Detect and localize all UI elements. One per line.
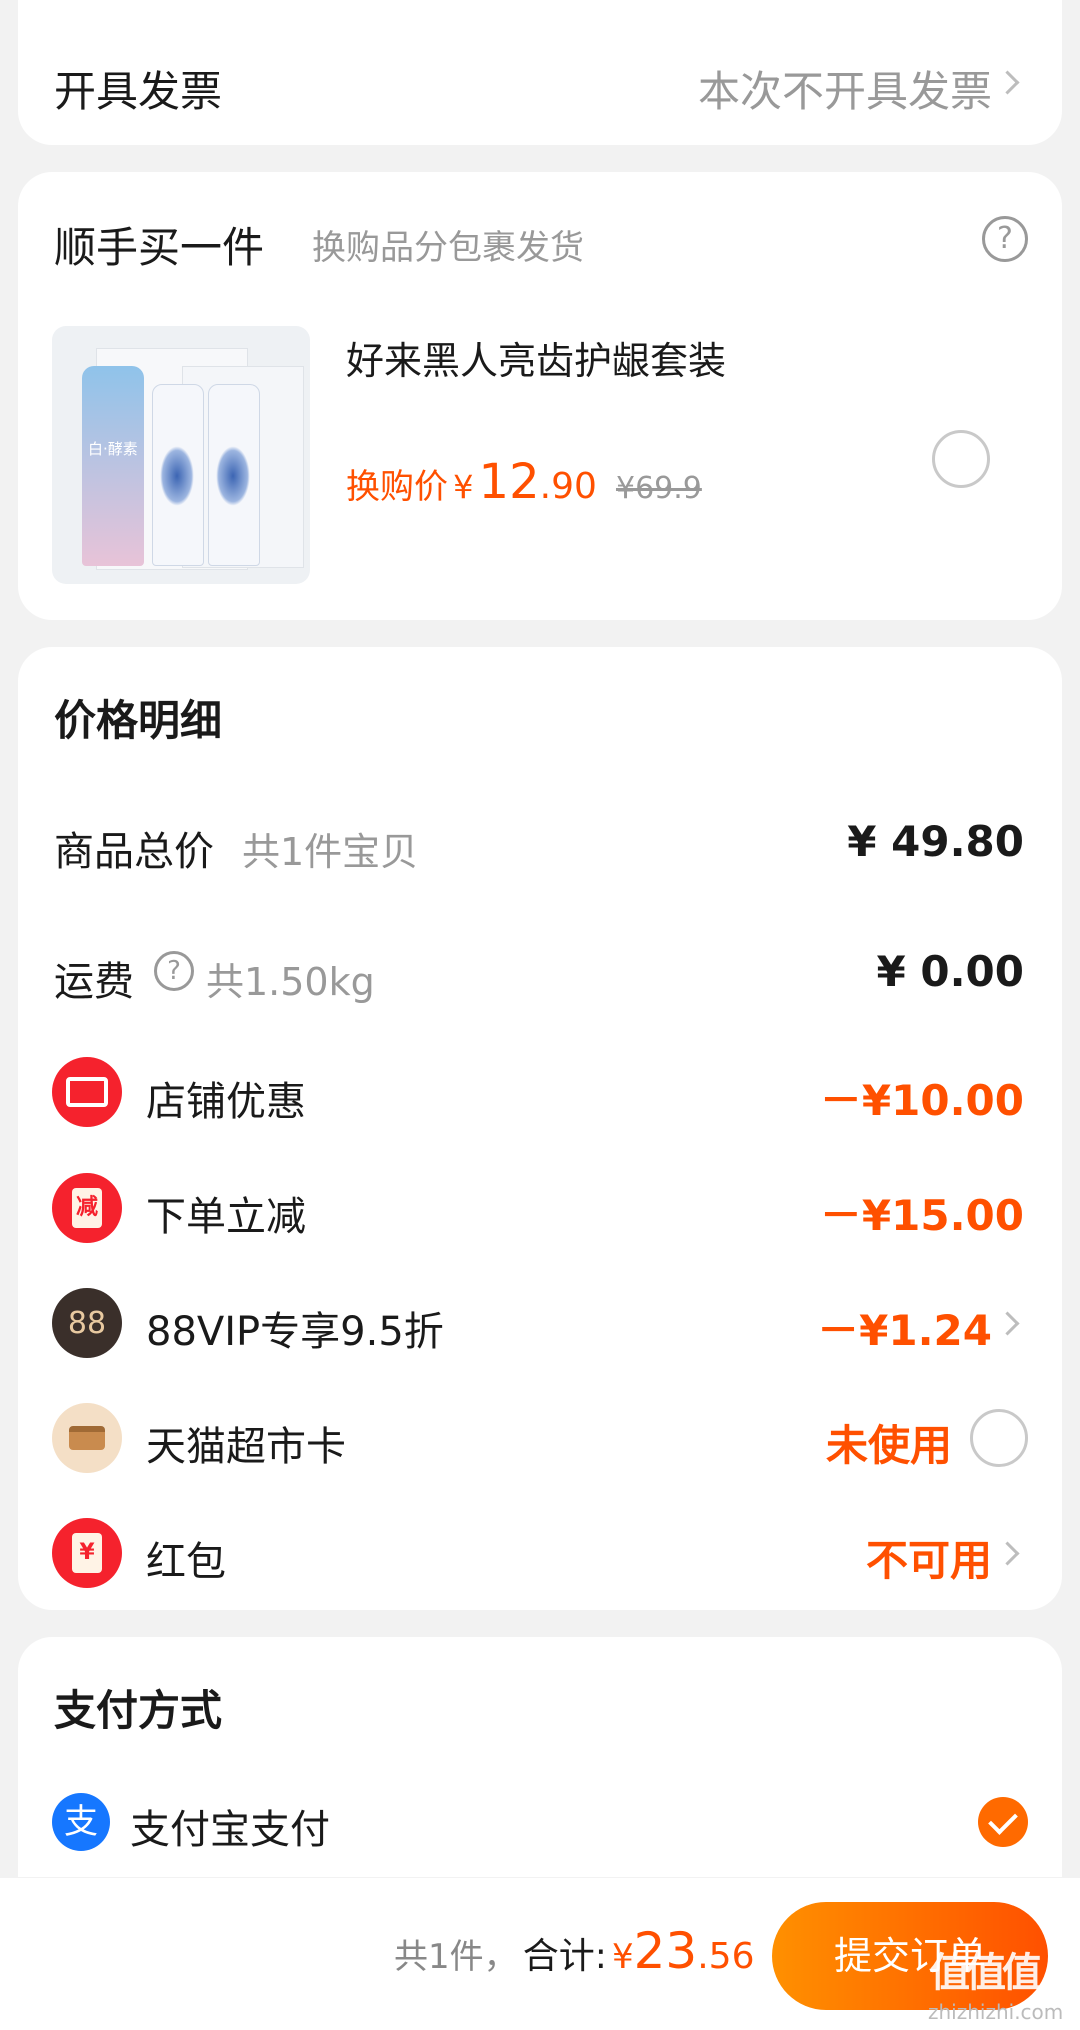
order-discount-value: －¥15.00 — [819, 1191, 1024, 1240]
price-detail-title: 价格明细 — [54, 696, 223, 745]
footer-total-int: 23 — [633, 1922, 698, 1980]
shipping-help-icon[interactable]: ? — [154, 951, 194, 991]
alipay-label[interactable]: 支付宝支付 — [130, 1797, 330, 1855]
chevron-right-icon — [995, 1541, 1020, 1566]
addon-price-dec: .90 — [539, 466, 597, 507]
addon-product-image[interactable]: 白·酵素 — [52, 326, 310, 584]
instant-discount-icon: 减 — [52, 1173, 122, 1243]
shipping-weight: 共1.50kg — [206, 960, 375, 1004]
watermark-url: zhizhizhi.com — [928, 2000, 1064, 2024]
tmall-card-value: 未使用 — [825, 1421, 952, 1470]
addon-select-radio[interactable] — [932, 430, 990, 488]
coupon-icon — [52, 1057, 122, 1127]
red-packet-label: 红包 — [146, 1539, 226, 1585]
shop-discount-label: 店铺优惠 — [146, 1079, 306, 1125]
footer-count: 共1件， — [394, 1937, 518, 1977]
alipay-selected-check[interactable] — [978, 1797, 1028, 1847]
chevron-right-icon — [995, 70, 1020, 95]
goods-total-value: ¥ 49.80 — [847, 817, 1024, 866]
invoice-value: 本次不开具发票 — [697, 67, 992, 116]
addon-card: 顺手买一件 换购品分包裹发货 ? 白·酵素 好来黑人亮齿护龈套装 换购价 ¥ 1… — [18, 172, 1062, 620]
footer-currency: ¥ — [611, 1937, 634, 1977]
card-icon — [52, 1403, 122, 1473]
shop-discount-value: －¥10.00 — [819, 1076, 1024, 1125]
vip-discount-label[interactable]: 88VIP专享9.5折 — [146, 1299, 444, 1357]
addon-price-int: 12 — [478, 454, 540, 510]
order-discount-label: 下单立减 — [146, 1194, 306, 1240]
shipping-label: 运费 — [54, 959, 134, 1005]
chevron-right-icon — [995, 1311, 1020, 1336]
addon-product-name[interactable]: 好来黑人亮齿护龈套装 — [346, 330, 726, 385]
footer-bar: 共1件， 合计: ¥23.56 提交订单 值值值 zhizhizhi.com — [0, 1878, 1080, 2030]
red-packet-icon: ¥ — [52, 1518, 122, 1588]
invoice-card[interactable]: 开具发票 本次不开具发票 — [18, 0, 1062, 145]
addon-price: 换购价 ¥ 12.90 ¥69.9 — [346, 454, 702, 510]
shipping-value: ¥ 0.00 — [876, 947, 1024, 996]
footer-total: 共1件， 合计: ¥23.56 — [394, 1922, 755, 1980]
addon-title: 顺手买一件 — [54, 223, 265, 272]
toothpaste-label: 白·酵素 — [88, 440, 138, 458]
vip88-icon: 88 — [52, 1288, 122, 1358]
addon-subtitle: 换购品分包裹发货 — [312, 228, 584, 268]
goods-total-label: 商品总价 — [54, 829, 214, 875]
vip-discount-value[interactable]: －¥1.24 — [817, 1297, 992, 1358]
help-icon[interactable]: ? — [982, 216, 1028, 262]
tmall-card-label: 天猫超市卡 — [146, 1424, 346, 1470]
addon-original-price: ¥69.9 — [615, 471, 702, 506]
red-packet-value[interactable]: 不可用 — [866, 1527, 992, 1588]
footer-total-label: 合计: — [522, 1936, 607, 1977]
payment-title: 支付方式 — [54, 1686, 223, 1735]
addon-price-label: 换购价 — [346, 467, 448, 507]
payment-card: 支付方式 支 支付宝支付 — [18, 1637, 1062, 1877]
goods-total-count: 共1件宝贝 — [242, 830, 419, 874]
footer-total-dec: .56 — [697, 1936, 755, 1977]
addon-price-currency: ¥ — [453, 468, 474, 506]
price-detail-card: 价格明细 商品总价 共1件宝贝 ¥ 49.80 运费 ? 共1.50kg ¥ 0… — [18, 647, 1062, 1610]
watermark-logo: 值值值 — [930, 1950, 1042, 1996]
tmall-card-radio[interactable] — [970, 1409, 1028, 1467]
alipay-icon: 支 — [52, 1793, 110, 1851]
invoice-label: 开具发票 — [54, 67, 223, 116]
